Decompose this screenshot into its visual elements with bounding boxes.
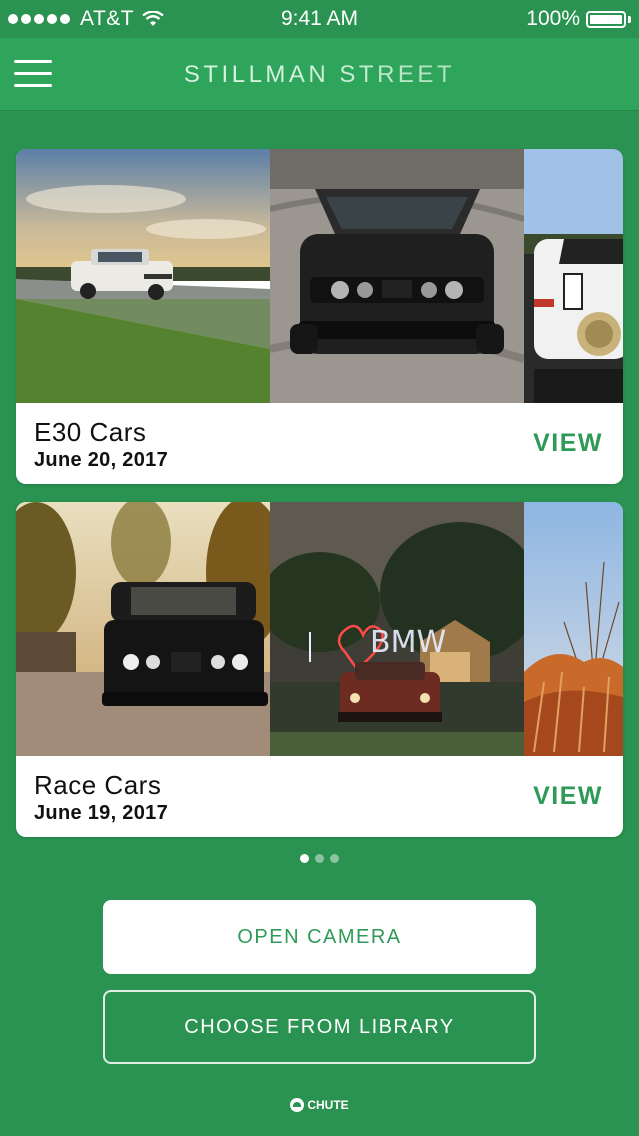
page-dot[interactable] [315, 854, 324, 863]
page-dot[interactable] [300, 854, 309, 863]
nav-bar: STILLMAN STREET [0, 38, 639, 110]
photo-strip[interactable]: BMW [16, 502, 623, 756]
album-info: Race Cars June 19, 2017 VIEW [16, 756, 623, 837]
svg-text:BMW: BMW [370, 625, 446, 660]
battery-percent: 100% [526, 7, 580, 30]
view-album-button[interactable]: VIEW [533, 429, 603, 458]
footer-brand: CHUTE [0, 1098, 639, 1112]
album-card-race-cars[interactable]: BMW Race Cars June 19, 2017 VIEW [16, 502, 623, 837]
autumn-grass-photo[interactable] [524, 502, 623, 756]
album-name: E30 Cars [34, 417, 147, 447]
album-card-e30-cars[interactable]: E30 Cars June 20, 2017 VIEW [16, 149, 623, 484]
chute-logo-icon [290, 1098, 305, 1112]
view-album-button[interactable]: VIEW [533, 782, 603, 811]
black-bmw-e30-drift-photo[interactable] [270, 149, 524, 403]
status-bar: AT&T 9:41 AM 100% [0, 0, 639, 38]
page-dot[interactable] [330, 854, 339, 863]
race-bmw-e30-photo[interactable] [524, 149, 623, 403]
status-right: 100% [526, 7, 631, 31]
open-camera-button[interactable]: OPEN CAMERA [103, 900, 536, 974]
page-indicator[interactable] [0, 854, 639, 863]
app-title: STILLMAN STREET [0, 61, 639, 89]
black-bmw-m3-photo[interactable] [16, 502, 270, 756]
white-bmw-e30-road-photo[interactable] [16, 149, 270, 403]
choose-from-library-button[interactable]: CHOOSE FROM LIBRARY [103, 990, 536, 1064]
bmw-light-painting-photo[interactable]: BMW [270, 502, 524, 756]
album-info: E30 Cars June 20, 2017 VIEW [16, 403, 623, 484]
battery-icon [586, 10, 626, 28]
album-date: June 20, 2017 [34, 449, 168, 471]
photo-strip[interactable] [16, 149, 623, 403]
album-date: June 19, 2017 [34, 802, 168, 824]
album-name: Race Cars [34, 770, 162, 800]
brand-name: CHUTE [307, 1098, 349, 1112]
